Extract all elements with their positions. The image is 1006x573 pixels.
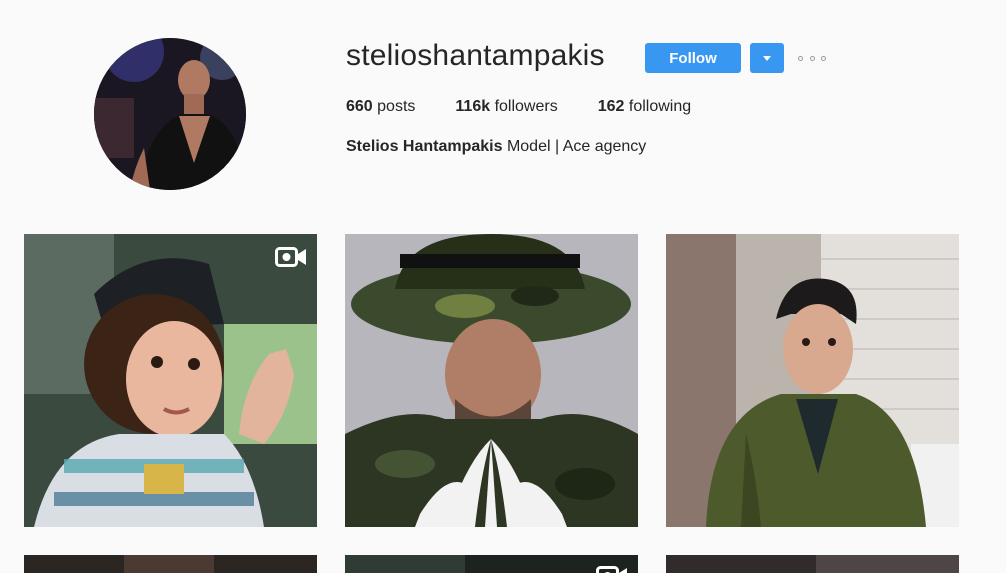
profile-avatar[interactable] — [94, 38, 246, 190]
following-count: 162 — [597, 98, 625, 115]
profile-full-name: Stelios Hantampakis — [346, 138, 503, 155]
post-tile-3[interactable] — [666, 234, 959, 527]
video-camera-icon — [275, 247, 306, 267]
caret-down-icon — [763, 55, 771, 61]
more-options-button[interactable] — [798, 53, 826, 63]
followers-stat[interactable]: 116k followers — [455, 96, 557, 118]
follow-dropdown-button[interactable] — [750, 43, 784, 73]
posts-label: posts — [377, 98, 416, 115]
profile-username: stelioshantampakis — [346, 39, 605, 72]
posts-stat: 660 posts — [346, 96, 415, 118]
profile-bio-text: Model | Ace agency — [506, 138, 647, 155]
post-tile-5[interactable] — [345, 555, 638, 573]
posts-count: 660 — [346, 98, 373, 115]
following-label: following — [628, 98, 692, 115]
post-tile-2[interactable] — [345, 234, 638, 527]
post-tile-4[interactable] — [24, 555, 317, 573]
followers-label: followers — [494, 98, 558, 115]
more-options-icon — [798, 55, 803, 61]
following-stat[interactable]: 162 following — [598, 96, 691, 118]
followers-count: 116k — [455, 98, 491, 115]
video-camera-icon-2 — [596, 566, 627, 573]
post-tile-6[interactable] — [666, 555, 959, 573]
profile-bio: Stelios Hantampakis Model | Ace agency — [346, 136, 646, 158]
profile-stats: 660 posts 116k followers 162 following — [346, 96, 731, 118]
post-tile-1[interactable] — [24, 234, 317, 527]
follow-button[interactable]: Follow — [645, 43, 741, 73]
